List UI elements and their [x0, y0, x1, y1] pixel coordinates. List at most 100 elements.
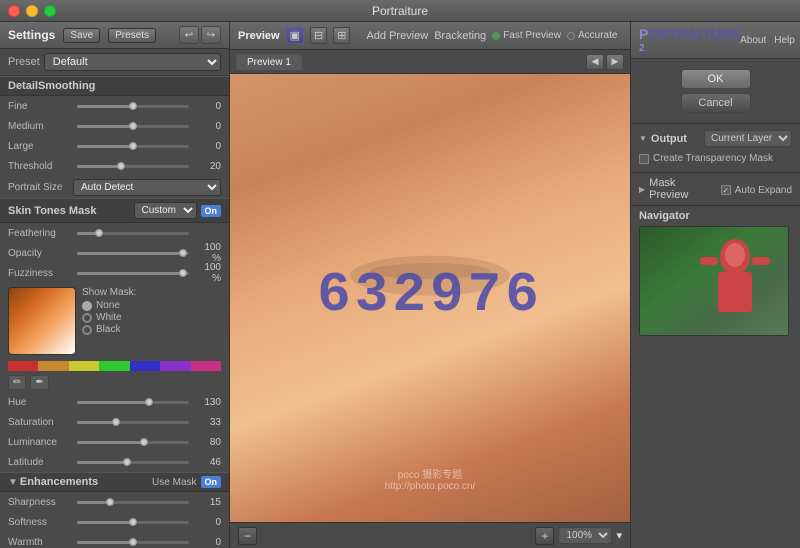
portrait-size-select[interactable]: Auto Detect: [73, 179, 221, 196]
single-view-btn[interactable]: ▣: [286, 27, 304, 44]
large-slider[interactable]: [77, 145, 189, 148]
auto-expand-checkbox[interactable]: ✓: [721, 185, 731, 195]
opacity-slider[interactable]: [77, 252, 189, 255]
color-swatch[interactable]: [8, 287, 76, 355]
medium-slider[interactable]: [77, 125, 189, 128]
navigator-svg: [640, 227, 789, 336]
threshold-slider[interactable]: [77, 165, 189, 168]
watermark-number: 632976: [317, 263, 543, 327]
ok-button[interactable]: OK: [681, 69, 751, 89]
preview-area: 632976 poco 摄影专题 http://photo.poco.cn/: [230, 74, 630, 522]
next-nav-button[interactable]: ▶: [606, 54, 624, 70]
watermark-line2: http://photo.poco.cn/: [385, 481, 476, 492]
zoom-plus-button[interactable]: +: [535, 527, 554, 545]
param-row-hue: Hue 130: [0, 392, 229, 412]
traffic-lights: [8, 5, 56, 17]
ok-cancel-area: OK Cancel: [631, 59, 800, 124]
navigator-title: Navigator: [639, 210, 792, 222]
preset-label: Preset: [8, 56, 40, 68]
enhancements-title: Enhancements: [20, 476, 152, 488]
auto-expand-label: Auto Expand: [735, 185, 792, 196]
watermark: poco 摄影专题 http://photo.poco.cn/: [385, 466, 476, 492]
softness-slider[interactable]: [77, 521, 189, 524]
presets-button[interactable]: Presets: [108, 28, 156, 43]
saturation-label: Saturation: [8, 417, 73, 428]
enhancements-on-badge[interactable]: On: [201, 476, 222, 488]
split-view-btn[interactable]: ⊟: [310, 27, 327, 44]
warmth-slider[interactable]: [77, 541, 189, 544]
create-transparency-checkbox[interactable]: [639, 154, 649, 164]
right-panel: PORTRAITURE 2 About Help OK Cancel ▼ Out…: [630, 22, 800, 548]
latitude-slider[interactable]: [77, 461, 189, 464]
mask-collapse-arrow[interactable]: ▶: [639, 185, 645, 194]
warmth-label: Warmth: [8, 537, 73, 548]
preview-tab-bar: Preview 1 ◀ ▶: [230, 50, 630, 74]
luminance-slider[interactable]: [77, 441, 189, 444]
skin-preset-select[interactable]: Custom: [134, 202, 197, 219]
mask-white-radio[interactable]: [82, 313, 92, 323]
accurate-radio[interactable]: Accurate: [567, 30, 617, 41]
eyedropper-add-button[interactable]: ✏: [8, 375, 26, 390]
save-button[interactable]: Save: [63, 28, 100, 43]
undo-button[interactable]: ↩: [179, 26, 199, 44]
output-layer-select[interactable]: Current Layer New Layer: [704, 130, 792, 147]
mask-none-radio[interactable]: [82, 301, 92, 311]
show-mask-label: Show Mask:: [82, 287, 136, 298]
enhancements-toggle[interactable]: ▼: [8, 477, 18, 488]
mask-preview-section: ▶ Mask Preview ✓ Auto Expand: [631, 173, 800, 206]
redo-button[interactable]: ↪: [201, 26, 221, 44]
fast-preview-radio[interactable]: Fast Preview: [492, 30, 561, 41]
minimize-button[interactable]: [26, 5, 38, 17]
threshold-label: Threshold: [8, 161, 73, 172]
bracketing-button[interactable]: Bracketing: [434, 30, 486, 42]
mask-option-none[interactable]: None: [82, 300, 136, 311]
medium-label: Medium: [8, 121, 73, 132]
mask-option-white[interactable]: White: [82, 312, 136, 323]
add-preview-button[interactable]: Add Preview: [366, 30, 428, 42]
titlebar: Portraiture: [0, 0, 800, 22]
mask-preview-title: Mask Preview: [649, 177, 717, 201]
param-row-medium: Medium 0: [0, 116, 229, 136]
zoom-select[interactable]: 100% 50% 200% Fit: [558, 527, 612, 544]
opacity-label: Opacity: [8, 248, 73, 259]
feathering-slider[interactable]: [77, 232, 189, 235]
saturation-slider[interactable]: [77, 421, 189, 424]
sharpness-slider[interactable]: [77, 501, 189, 504]
middle-panel: Preview ▣ ⊟ ⊞ Add Preview Bracketing Fas…: [230, 22, 630, 548]
mask-option-black[interactable]: Black: [82, 324, 136, 335]
hue-slider[interactable]: [77, 401, 189, 404]
param-row-warmth: Warmth 0: [0, 532, 229, 548]
output-header: ▼ Output Current Layer New Layer: [639, 130, 792, 147]
left-panel: Settings Save Presets ↩ ↪ Preset Default…: [0, 22, 230, 548]
latitude-label: Latitude: [8, 457, 73, 468]
fuzziness-label: Fuzziness: [8, 268, 73, 279]
right-header: PORTRAITURE 2 About Help: [631, 22, 800, 59]
about-button[interactable]: About: [740, 35, 766, 46]
sharpness-label: Sharpness: [8, 497, 73, 508]
close-button[interactable]: [8, 5, 20, 17]
mask-preview-header: ▶ Mask Preview ✓ Auto Expand: [639, 177, 792, 201]
preview-nav: ◀ ▶: [586, 54, 624, 70]
main-layout: Settings Save Presets ↩ ↪ Preset Default…: [0, 22, 800, 548]
fuzziness-slider[interactable]: [77, 272, 189, 275]
prev-nav-button[interactable]: ◀: [586, 54, 604, 70]
fast-preview-dot: [492, 32, 500, 40]
zoom-out-button[interactable]: −: [238, 527, 257, 545]
portrait-size-row: Portrait Size Auto Detect: [0, 176, 229, 198]
preset-select[interactable]: Default: [44, 53, 221, 71]
cancel-button[interactable]: Cancel: [681, 93, 751, 113]
help-button[interactable]: Help: [774, 35, 795, 46]
sharpness-value: 15: [193, 497, 221, 508]
maximize-button[interactable]: [44, 5, 56, 17]
fine-slider[interactable]: [77, 105, 189, 108]
skin-on-badge[interactable]: On: [201, 205, 222, 217]
preview-tab-1[interactable]: Preview 1: [236, 54, 302, 70]
dual-view-btn[interactable]: ⊞: [333, 27, 350, 44]
strip-blue: [130, 361, 160, 371]
eyedropper-remove-button[interactable]: ✒: [30, 375, 48, 390]
large-label: Large: [8, 141, 73, 152]
brand-ure: ORTRAITURE: [648, 26, 740, 42]
output-collapse-arrow[interactable]: ▼: [639, 134, 647, 143]
mask-black-radio[interactable]: [82, 325, 92, 335]
output-section: ▼ Output Current Layer New Layer Create …: [631, 124, 800, 173]
